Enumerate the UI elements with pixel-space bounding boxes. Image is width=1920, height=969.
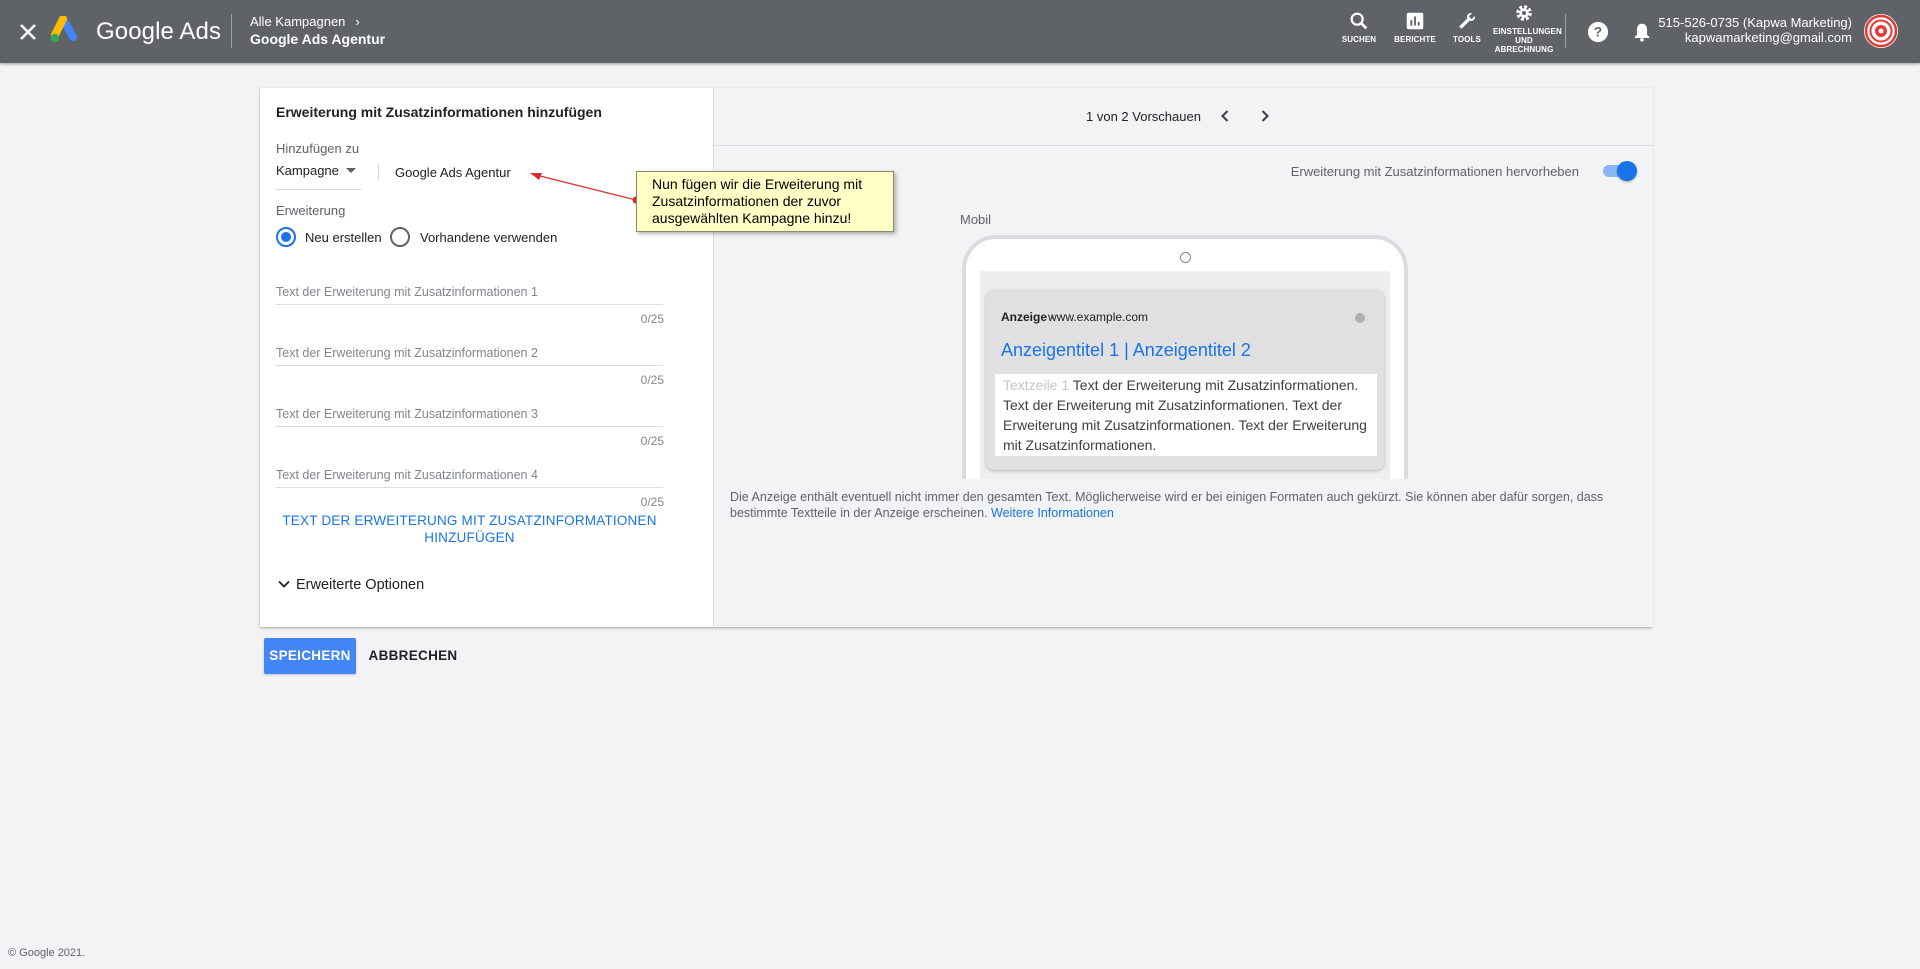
extension-editor-card: Erweiterung mit Zusatzinformationen hinz… bbox=[260, 88, 1653, 627]
callout-text-field-2[interactable]: Text der Erweiterung mit Zusatzinformati… bbox=[276, 341, 663, 366]
account-info[interactable]: 515-526-0735 (Kapwa Marketing) kapwamark… bbox=[1658, 15, 1852, 45]
phone-camera-icon bbox=[1180, 252, 1191, 263]
disclaimer-text: Die Anzeige enthält eventuell nicht imme… bbox=[730, 490, 1604, 520]
tools-button-label: TOOLS bbox=[1453, 35, 1481, 44]
radio-new-label[interactable]: Neu erstellen bbox=[305, 230, 382, 245]
chevron-left-icon[interactable] bbox=[1214, 105, 1236, 127]
footer-copyright: © Google 2021. bbox=[8, 947, 86, 959]
cancel-button[interactable]: ABBRECHEN bbox=[364, 638, 462, 674]
top-app-bar: Google Ads Alle Kampagnen › Google Ads Ag… bbox=[0, 0, 1920, 63]
wrench-icon bbox=[1459, 13, 1475, 29]
add-callout-text-button[interactable]: TEXT DER ERWEITERUNG MIT ZUSATZINFORMATI… bbox=[276, 512, 663, 546]
level-select-value[interactable]: Kampagne bbox=[276, 163, 339, 178]
char-counter-1: 0/25 bbox=[640, 312, 664, 326]
add-to-label: Hinzufügen zu bbox=[276, 141, 360, 156]
form-title: Erweiterung mit Zusatzinformationen hinz… bbox=[276, 104, 602, 120]
ad-preview-card: Anzeige · www.example.com Anzeigentitel … bbox=[986, 290, 1384, 470]
radio-existing-label[interactable]: Vorhandene verwenden bbox=[420, 230, 557, 245]
header-divider-2 bbox=[1565, 14, 1566, 48]
char-counter-4: 0/25 bbox=[640, 495, 664, 509]
chevron-down-icon bbox=[278, 580, 290, 588]
char-counter-3: 0/25 bbox=[640, 434, 664, 448]
brand-name: Google Ads bbox=[96, 18, 222, 45]
breadcrumb-parent-label[interactable]: Alle Kampagnen bbox=[250, 14, 345, 29]
callout-text-field-2-placeholder: Text der Erweiterung mit Zusatzinformati… bbox=[276, 346, 538, 360]
char-counter-2: 0/25 bbox=[640, 373, 664, 387]
tools-button[interactable]: TOOLS bbox=[1437, 10, 1497, 44]
level-select[interactable]: Kampagne bbox=[276, 163, 362, 190]
extension-label: Erweiterung bbox=[276, 203, 346, 218]
advanced-options-label[interactable]: Erweiterte Optionen bbox=[296, 577, 424, 593]
callout-text-field-1[interactable]: Text der Erweiterung mit Zusatzinformati… bbox=[276, 280, 663, 305]
account-name[interactable]: 515-526-0735 (Kapwa Marketing) bbox=[1658, 15, 1852, 30]
radio-new[interactable] bbox=[276, 227, 296, 247]
svg-text:?: ? bbox=[1594, 25, 1602, 40]
callout-text-field-3-placeholder: Text der Erweiterung mit Zusatzinformati… bbox=[276, 407, 538, 421]
google-ads-logo-icon[interactable] bbox=[50, 15, 83, 46]
save-button[interactable]: SPEICHERN bbox=[264, 638, 356, 674]
reports-button-label: BERICHTE bbox=[1394, 35, 1436, 44]
ad-headline[interactable]: Anzeigentitel 1 | Anzeigentitel 2 bbox=[1001, 340, 1251, 361]
radio-existing[interactable] bbox=[390, 227, 410, 247]
chevron-right-icon[interactable] bbox=[1254, 105, 1276, 127]
select-divider bbox=[378, 163, 379, 181]
notifications-bell-icon[interactable] bbox=[1631, 21, 1653, 43]
search-button[interactable]: SUCHEN bbox=[1329, 10, 1389, 44]
gear-icon bbox=[1516, 5, 1532, 21]
search-icon bbox=[1350, 12, 1368, 30]
mobile-phone-frame: Anzeige · www.example.com Anzeigentitel … bbox=[962, 235, 1408, 479]
ad-description: Textzeile 1 Text der Erweiterung mit Zus… bbox=[995, 374, 1377, 456]
reports-button[interactable]: BERICHTE bbox=[1385, 10, 1445, 44]
callout-text-field-1-placeholder: Text der Erweiterung mit Zusatzinformati… bbox=[276, 285, 538, 299]
dropdown-caret-icon bbox=[346, 168, 356, 173]
ad-display-url: www.example.com bbox=[1048, 310, 1149, 324]
ad-label-text: Anzeige bbox=[1001, 310, 1048, 324]
preview-navigation-bar: 1 von 2 Vorschauen bbox=[714, 88, 1653, 146]
avatar[interactable] bbox=[1864, 14, 1898, 48]
ad-preview-panel: 1 von 2 Vorschauen Erweiterung mit Zusat… bbox=[713, 88, 1653, 627]
header-divider bbox=[231, 14, 232, 48]
account-email[interactable]: kapwamarketing@gmail.com bbox=[1658, 30, 1852, 45]
ad-label: Anzeige · bbox=[1001, 310, 1054, 324]
breadcrumb-parent[interactable]: Alle Kampagnen › bbox=[250, 14, 360, 29]
advanced-options-toggle[interactable]: Erweiterte Optionen bbox=[276, 576, 424, 593]
highlight-toggle-label: Erweiterung mit Zusatzinformationen herv… bbox=[1290, 164, 1579, 179]
annotation-arrow bbox=[530, 173, 640, 204]
highlight-toggle[interactable] bbox=[1601, 161, 1637, 181]
reports-icon bbox=[1406, 12, 1424, 30]
toggle-knob bbox=[1617, 161, 1637, 181]
more-info-link[interactable]: Weitere Informationen bbox=[991, 506, 1114, 520]
chevron-right-icon: › bbox=[355, 14, 360, 29]
callout-text-field-3[interactable]: Text der Erweiterung mit Zusatzinformati… bbox=[276, 402, 663, 427]
settings-billing-label: EINSTELLUNGEN UND ABRECHNUNG bbox=[1493, 27, 1562, 54]
tutorial-callout: Nun fügen wir die Erweiterung mit Zusatz… bbox=[636, 171, 894, 232]
preview-disclaimer: Die Anzeige enthält eventuell nicht imme… bbox=[730, 489, 1640, 521]
device-label: Mobil bbox=[960, 212, 992, 227]
search-button-label: SUCHEN bbox=[1341, 35, 1377, 44]
breadcrumb-current: Google Ads Agentur bbox=[250, 31, 386, 47]
ad-info-dot-icon bbox=[1355, 313, 1365, 323]
preview-count: 1 von 2 Vorschauen bbox=[1086, 109, 1201, 124]
close-icon[interactable] bbox=[16, 20, 40, 44]
selected-campaign-name: Google Ads Agentur bbox=[395, 165, 511, 180]
callout-text-field-4-placeholder: Text der Erweiterung mit Zusatzinformati… bbox=[276, 468, 538, 482]
phone-screen: Anzeige · www.example.com Anzeigentitel … bbox=[980, 271, 1390, 479]
ad-description-placeholder: Textzeile 1 bbox=[1003, 377, 1070, 393]
callout-text-field-4[interactable]: Text der Erweiterung mit Zusatzinformati… bbox=[276, 463, 663, 488]
help-icon[interactable]: ? bbox=[1587, 21, 1609, 43]
settings-billing-button[interactable]: EINSTELLUNGEN UND ABRECHNUNG bbox=[1493, 2, 1562, 54]
